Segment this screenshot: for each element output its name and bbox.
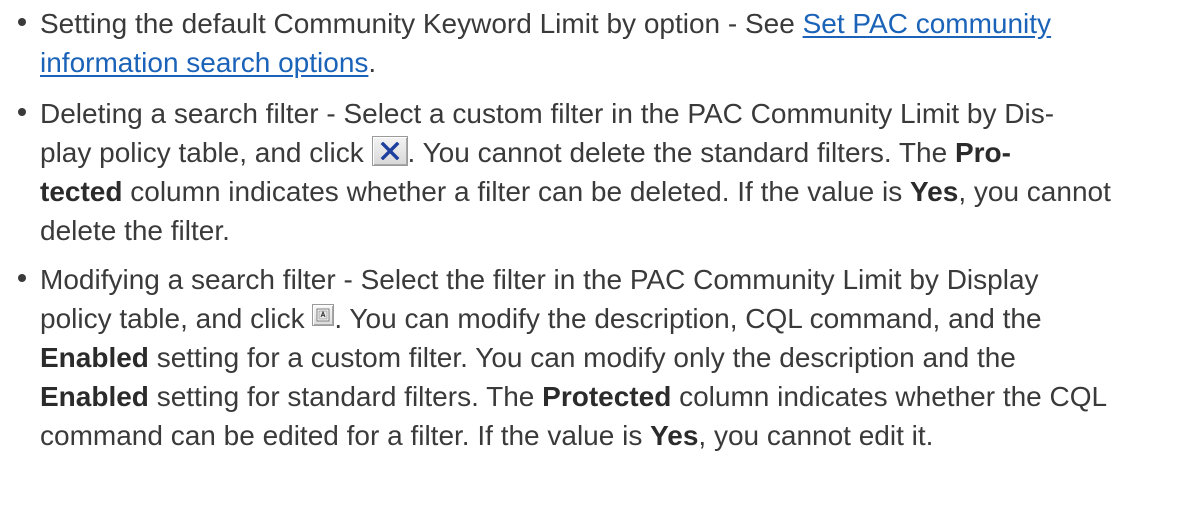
bullet-dot [18,108,26,116]
bold-term: Enabled [40,342,149,373]
item-text: . You cannot delete the standard filters… [407,137,955,168]
delete-x-icon [371,136,408,166]
bold-term: Yes [910,176,959,207]
item-text: policy table, and click [40,303,313,334]
bold-term: Protected [542,381,672,412]
item-text: column indicates whether a filter can be… [122,176,911,207]
item-text: . You can modify the description, CQL co… [334,303,1042,334]
bullet-dot [18,274,26,282]
bold-term: Pro- [954,137,1011,168]
item-text: Modifying a search filter - Select the f… [40,264,1039,295]
item-text: , you cannot edit it. [698,420,934,451]
item-text: setting for standard filters. The [148,381,543,412]
bold-term: Enabled [40,381,149,412]
modify-edit-icon [312,304,335,326]
item-text: . [368,47,377,78]
bold-term: Yes [650,420,699,451]
bold-term: tected [40,176,123,207]
bullet-dot [18,18,26,26]
document-page: Setting the default Community Keyword Li… [0,4,1200,514]
item-text: play policy table, and click [40,137,372,168]
list-item: Setting the default Community Keyword Li… [16,4,1188,82]
list-item: Modifying a search filter - Select the f… [16,260,1188,455]
item-text: Setting the default Community Keyword Li… [40,8,803,39]
item-text: Deleting a search filter - Select a cust… [40,98,1055,129]
list-item: Deleting a search filter - Select a cust… [16,94,1188,250]
item-text: setting for a custom filter. You can mod… [148,342,1016,373]
bullet-list: Setting the default Community Keyword Li… [16,4,1188,455]
